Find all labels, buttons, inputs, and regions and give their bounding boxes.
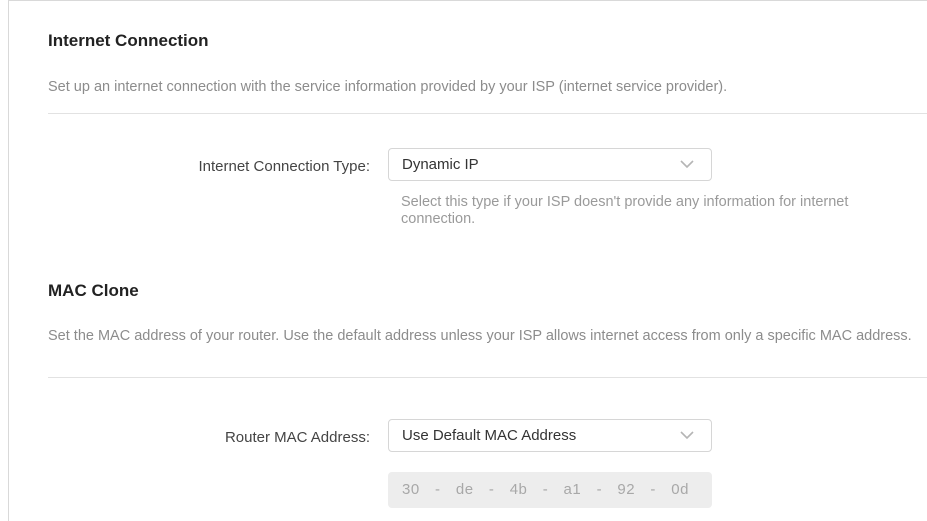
mac-address-value: 30 - de - 4b - a1 - 92 - 0d (402, 481, 689, 498)
mac-clone-title: MAC Clone (48, 281, 139, 300)
router-mac-select[interactable]: Use Default MAC Address (388, 419, 712, 452)
mac-address-field: 30 - de - 4b - a1 - 92 - 0d (388, 472, 712, 508)
chevron-down-icon (680, 160, 694, 169)
settings-panel: Internet Connection Set up an internet c… (8, 0, 927, 521)
section-divider (48, 113, 927, 114)
connection-type-select[interactable]: Dynamic IP (388, 148, 712, 181)
internet-connection-description: Set up an internet connection with the s… (48, 79, 728, 95)
mac-clone-description: Set the MAC address of your router. Use … (48, 328, 912, 344)
connection-type-label: Internet Connection Type: (198, 158, 370, 175)
internet-connection-title: Internet Connection (48, 31, 209, 50)
connection-type-hint: Select this type if your ISP doesn't pro… (401, 194, 849, 227)
router-mac-label: Router MAC Address: (224, 429, 370, 446)
connection-type-value: Dynamic IP (402, 156, 479, 173)
router-mac-option: Use Default MAC Address (402, 427, 577, 444)
section-divider (48, 377, 927, 378)
chevron-down-icon (680, 431, 694, 440)
